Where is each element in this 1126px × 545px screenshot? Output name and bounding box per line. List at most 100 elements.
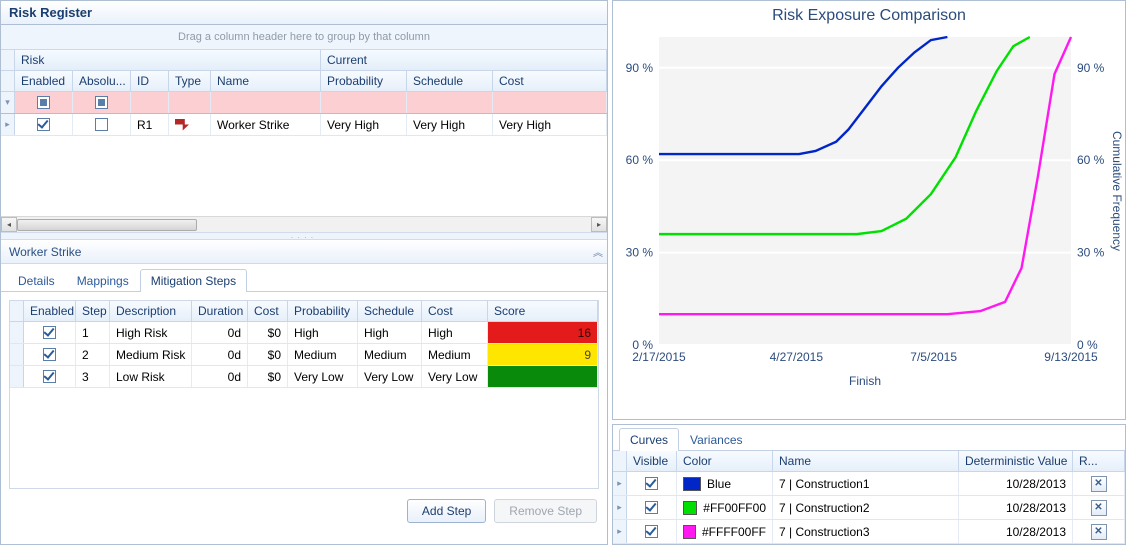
enabled-checkbox[interactable] [43,326,56,339]
m-col-enabled[interactable]: Enabled [24,301,76,321]
col-id[interactable]: ID [131,71,169,91]
enabled-checkbox[interactable] [43,370,56,383]
span-risk[interactable]: Risk [15,50,321,70]
m-col-desc[interactable]: Description [110,301,192,321]
risk-grid: Risk Current Enabled Absolu... ID Type N… [1,50,607,232]
cell-prob[interactable]: Very High [321,114,407,135]
table-row[interactable]: ▸#FFFF00FF7 | Construction310/28/2013✕ [613,520,1125,544]
filter-row[interactable]: ▾ [1,92,607,114]
color-swatch[interactable] [683,477,701,491]
table-row[interactable]: ▸ R1 Worker Strike Very High Very High V… [1,114,607,136]
color-swatch[interactable] [683,525,696,539]
curves-panel: Curves Variances Visible Color Name Dete… [612,424,1126,545]
enabled-checkbox[interactable] [37,118,50,131]
svg-text:7/5/2015: 7/5/2015 [910,350,957,364]
m-col-dur[interactable]: Duration [192,301,248,321]
c-col-name[interactable]: Name [773,451,959,471]
scroll-thumb[interactable] [17,219,197,231]
curves-grid: Visible Color Name Deterministic Value R… [613,451,1125,544]
col-name[interactable]: Name [211,71,321,91]
row-header-cell [1,71,15,91]
right-panel: Risk Exposure Comparison 0 %0 %30 %30 %6… [612,0,1126,545]
m-col-cost2[interactable]: Cost [422,301,488,321]
remove-curve-button[interactable]: ✕ [1091,476,1107,492]
visible-checkbox[interactable] [645,525,658,538]
tab-mappings[interactable]: Mappings [66,269,140,292]
svg-text:90 %: 90 % [626,61,654,75]
cell-id[interactable]: R1 [131,114,169,135]
thumb-down-icon [175,119,189,131]
risk-grid-header: Enabled Absolu... ID Type Name Probabili… [1,71,607,92]
col-type[interactable]: Type [169,71,211,91]
chart-title: Risk Exposure Comparison [613,1,1125,31]
visible-checkbox[interactable] [645,501,658,514]
tab-variances[interactable]: Variances [679,428,753,451]
svg-text:Cumulative Frequency: Cumulative Frequency [1110,131,1123,251]
group-by-hint[interactable]: Drag a column header here to group by th… [1,25,607,50]
tab-curves[interactable]: Curves [619,428,679,451]
m-col-step[interactable]: Step [76,301,110,321]
remove-curve-button[interactable]: ✕ [1091,524,1107,540]
color-swatch[interactable] [683,501,697,515]
detail-tabs: Details Mappings Mitigation Steps [1,264,607,292]
svg-text:30 %: 30 % [1077,246,1105,260]
svg-text:2/17/2015: 2/17/2015 [632,350,686,364]
detail-title[interactable]: Worker Strike ︽ [1,240,607,264]
svg-text:30 %: 30 % [626,246,654,260]
table-row[interactable]: ▸#FF00FF007 | Construction210/28/2013✕ [613,496,1125,520]
detail-title-text: Worker Strike [9,245,81,259]
risk-grid-span-header: Risk Current [1,50,607,71]
c-col-visible[interactable]: Visible [627,451,677,471]
cell-sched[interactable]: Very High [407,114,493,135]
table-row[interactable]: 3Low Risk0d$0Very LowVery LowVery Low [10,366,598,388]
col-absolute[interactable]: Absolu... [73,71,131,91]
table-row[interactable]: 2Medium Risk0d$0MediumMediumMedium9 [10,344,598,366]
m-col-prob[interactable]: Probability [288,301,358,321]
cell-type[interactable] [169,114,211,135]
m-col-cost[interactable]: Cost [248,301,288,321]
svg-text:9/13/2015: 9/13/2015 [1044,350,1098,364]
svg-text:60 %: 60 % [626,153,654,167]
row-indicator: ▸ [1,114,15,135]
tab-details[interactable]: Details [7,269,66,292]
svg-text:4/27/2015: 4/27/2015 [770,350,824,364]
remove-curve-button[interactable]: ✕ [1091,500,1107,516]
row-header-cell [1,50,15,70]
c-col-det[interactable]: Deterministic Value [959,451,1073,471]
add-step-button[interactable]: Add Step [407,499,486,523]
table-row[interactable]: 1High Risk0d$0HighHighHigh16 [10,322,598,344]
m-col-score[interactable]: Score [488,301,598,321]
scroll-left-button[interactable]: ◂ [1,217,17,232]
visible-checkbox[interactable] [645,477,658,490]
splitter-handle[interactable]: ···· [1,232,607,240]
filter-enabled-checkbox[interactable] [38,97,49,108]
remove-step-button[interactable]: Remove Step [494,499,597,523]
absolute-checkbox[interactable] [95,118,108,131]
c-col-r[interactable]: R... [1073,451,1125,471]
cell-name[interactable]: Worker Strike [211,114,321,135]
chart-svg: 0 %0 %30 %30 %60 %60 %90 %90 %2/17/20154… [613,31,1123,391]
collapse-icon[interactable]: ︽ [593,244,599,259]
col-cost[interactable]: Cost [493,71,607,91]
col-enabled[interactable]: Enabled [15,71,73,91]
scroll-right-button[interactable]: ▸ [591,217,607,232]
filter-absolute-checkbox[interactable] [96,97,107,108]
chart-panel: Risk Exposure Comparison 0 %0 %30 %30 %6… [612,0,1126,420]
enabled-checkbox[interactable] [43,348,56,361]
filter-row-indicator: ▾ [1,92,15,113]
col-schedule[interactable]: Schedule [407,71,493,91]
mitigation-grid: Enabled Step Description Duration Cost P… [9,300,599,489]
cell-cost[interactable]: Very High [493,114,607,135]
grid-h-scrollbar[interactable]: ◂ ▸ [1,216,607,232]
svg-text:60 %: 60 % [1077,153,1105,167]
risk-register-title: Risk Register [1,1,607,25]
span-current[interactable]: Current [321,50,607,70]
table-row[interactable]: ▸Blue7 | Construction110/28/2013✕ [613,472,1125,496]
m-col-sched[interactable]: Schedule [358,301,422,321]
tab-mitigation-steps[interactable]: Mitigation Steps [140,269,247,292]
c-col-color[interactable]: Color [677,451,773,471]
col-probability[interactable]: Probability [321,71,407,91]
svg-text:Finish: Finish [849,374,881,388]
mitigation-buttons: Add Step Remove Step [1,489,607,533]
risk-register-panel: Risk Register Drag a column header here … [0,0,608,545]
